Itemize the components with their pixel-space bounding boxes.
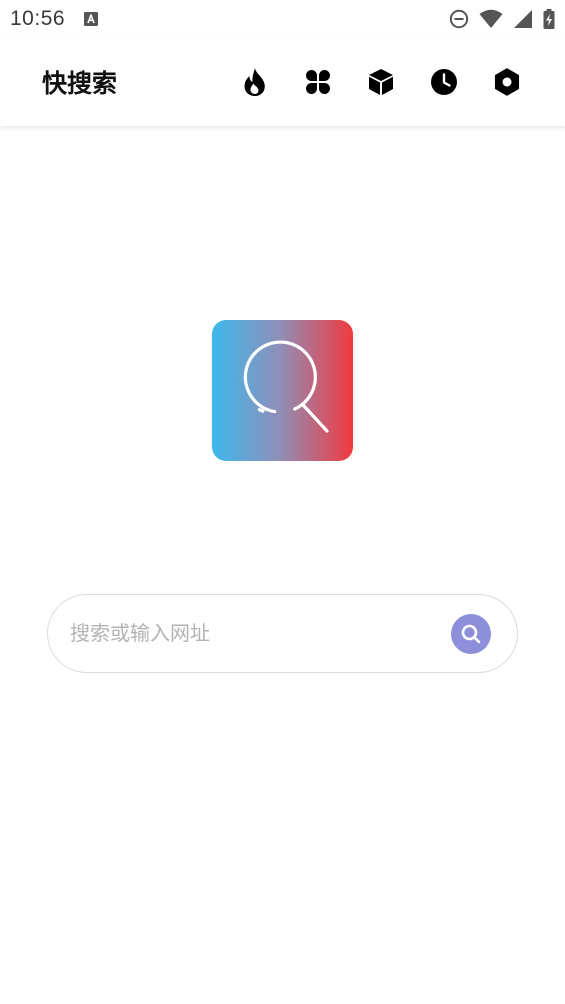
status-bar: 10:56 — [0, 0, 565, 38]
history-icon — [430, 68, 458, 96]
apps-button[interactable] — [286, 58, 349, 106]
box-icon — [368, 68, 394, 96]
status-right — [449, 9, 555, 29]
search-icon — [460, 623, 482, 645]
search-input[interactable] — [70, 613, 430, 653]
apps-icon — [305, 69, 331, 95]
hot-button[interactable] — [223, 58, 286, 106]
app-title: 快搜索 — [42, 69, 118, 98]
history-button[interactable] — [412, 58, 475, 106]
search-bar — [47, 594, 518, 673]
hot-icon — [242, 67, 268, 97]
app-logo — [212, 320, 353, 461]
do-not-disturb-icon — [449, 9, 469, 29]
screen: 10:56 快搜索 搜索或输入网址 — [0, 0, 565, 1004]
app-bar: 快搜索 — [0, 38, 565, 126]
wifi-icon — [479, 9, 503, 29]
settings-icon — [493, 68, 521, 96]
status-left: 10:56 — [10, 7, 99, 31]
notification-a-icon — [83, 11, 99, 27]
cell-signal-icon — [513, 9, 533, 29]
box-button[interactable] — [349, 58, 412, 106]
search-button[interactable] — [451, 614, 491, 654]
status-time: 10:56 — [10, 7, 66, 30]
battery-charging-icon — [543, 9, 555, 29]
settings-button[interactable] — [475, 58, 538, 106]
search-logo-icon — [212, 320, 353, 461]
toolbar-actions — [223, 58, 538, 106]
